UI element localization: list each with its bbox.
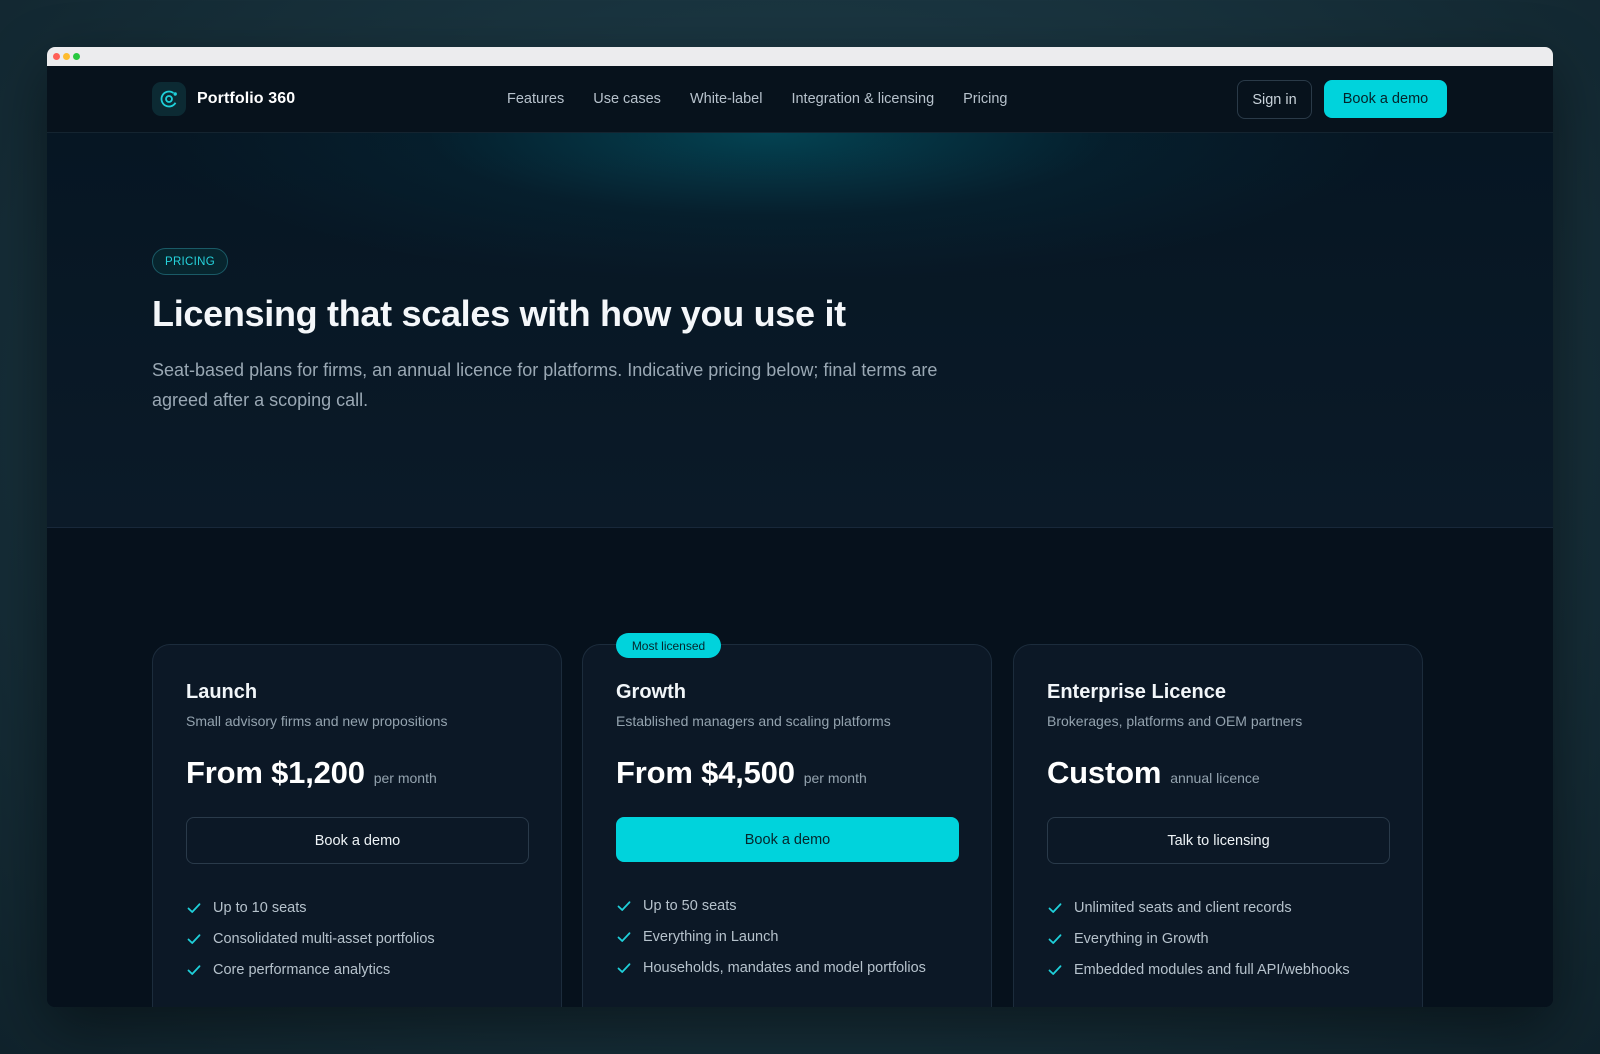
list-item: Up to 50 seats: [616, 890, 926, 921]
check-icon: [617, 962, 631, 973]
plan-card-growth: Most licensed Growth Established manager…: [582, 633, 992, 1007]
check-icon: [1048, 964, 1062, 975]
top-navigation: Portfolio 360 Features Use cases White-l…: [47, 66, 1553, 133]
plan-feature-list: Unlimited seats and client records Every…: [1047, 892, 1350, 985]
check-icon: [187, 964, 201, 975]
minimize-window-button[interactable]: [63, 53, 70, 60]
talk-to-licensing-button[interactable]: Talk to licensing: [1047, 817, 1390, 864]
close-window-button[interactable]: [53, 53, 60, 60]
list-item: Everything in Launch: [616, 921, 926, 952]
plan-description: Small advisory firms and new proposition…: [186, 713, 448, 729]
check-icon: [1048, 902, 1062, 913]
page-subtitle: Seat-based plans for firms, an annual li…: [152, 360, 938, 410]
plan-feature-list: Up to 10 seats Consolidated multi-asset …: [186, 892, 435, 985]
plan-description: Brokerages, platforms and OEM partners: [1047, 713, 1303, 729]
list-item: Unlimited seats and client records: [1047, 892, 1350, 923]
plan-name: Launch: [186, 681, 258, 703]
check-icon: [187, 933, 201, 944]
book-demo-nav-button[interactable]: Book a demo: [1324, 80, 1447, 118]
feature-text: Embedded modules and full API/webhooks: [1074, 961, 1350, 978]
most-licensed-badge: Most licensed: [616, 633, 721, 658]
feature-text: Consolidated multi-asset portfolios: [213, 930, 435, 947]
brand-home-link[interactable]: Portfolio 360: [152, 82, 295, 116]
browser-window: Portfolio 360 Features Use cases White-l…: [47, 47, 1553, 1007]
nav-link-use-cases[interactable]: Use cases: [593, 91, 661, 107]
list-item: Up to 10 seats: [186, 892, 435, 923]
plan-period: annual licence: [1170, 770, 1260, 786]
list-item: Everything in Growth: [1047, 923, 1350, 954]
list-item: Core performance analytics: [186, 954, 435, 985]
nav-link-integration-licensing[interactable]: Integration & licensing: [791, 91, 934, 107]
feature-text: Up to 10 seats: [213, 899, 307, 916]
window-titlebar: [47, 47, 1553, 66]
maximize-window-button[interactable]: [73, 53, 80, 60]
check-icon: [1048, 933, 1062, 944]
check-icon: [617, 900, 631, 911]
plan-period: per month: [373, 770, 437, 786]
primary-nav: Features Use cases White-label Integrati…: [507, 91, 1036, 107]
plan-price-row: Custom annual licence: [1047, 755, 1260, 791]
check-icon: [617, 931, 631, 942]
plan-price-row: From $1,200 per month: [186, 755, 437, 791]
orbit-logo-icon: [152, 82, 186, 116]
nav-link-white-label[interactable]: White-label: [690, 91, 763, 107]
feature-text: Core performance analytics: [213, 961, 391, 978]
plan-feature-list: Up to 50 seats Everything in Launch Hous…: [616, 890, 926, 983]
plan-price-row: From $4,500 per month: [616, 755, 867, 791]
nav-link-features[interactable]: Features: [507, 91, 564, 107]
feature-text: Everything in Growth: [1074, 930, 1209, 947]
plan-price: Custom: [1047, 755, 1162, 790]
plan-card-enterprise: Enterprise Licence Brokerages, platforms…: [1013, 644, 1423, 1007]
feature-text: Unlimited seats and client records: [1074, 899, 1292, 916]
plan-price: From $4,500: [616, 755, 795, 790]
feature-text: Up to 50 seats: [643, 897, 737, 914]
list-item: Embedded modules and full API/webhooks: [1047, 954, 1350, 985]
hero-section: PRICING Licensing that scales with how y…: [47, 133, 1553, 528]
plan-description: Established managers and scaling platfor…: [616, 713, 891, 729]
plan-price: From $1,200: [186, 755, 365, 790]
plan-card-launch: Launch Small advisory firms and new prop…: [152, 644, 562, 1007]
growth-book-demo-button[interactable]: Book a demo: [616, 817, 959, 862]
plan-period: per month: [803, 770, 867, 786]
feature-text: Households, mandates and model portfolio…: [643, 959, 926, 976]
list-item: Households, mandates and model portfolio…: [616, 952, 926, 983]
plan-name: Growth: [616, 681, 686, 703]
plan-name: Enterprise Licence: [1047, 681, 1226, 703]
nav-link-pricing[interactable]: Pricing: [963, 91, 1007, 107]
feature-text: Everything in Launch: [643, 928, 779, 945]
brand-name: Portfolio 360: [197, 90, 296, 107]
sign-in-button[interactable]: Sign in: [1237, 80, 1312, 119]
pricing-section: Launch Small advisory firms and new prop…: [47, 529, 1553, 1007]
launch-book-demo-button[interactable]: Book a demo: [186, 817, 529, 864]
eyebrow-badge: PRICING: [152, 248, 228, 275]
check-icon: [187, 902, 201, 913]
page-title: Licensing that scales with how you use i…: [152, 293, 846, 334]
list-item: Consolidated multi-asset portfolios: [186, 923, 435, 954]
